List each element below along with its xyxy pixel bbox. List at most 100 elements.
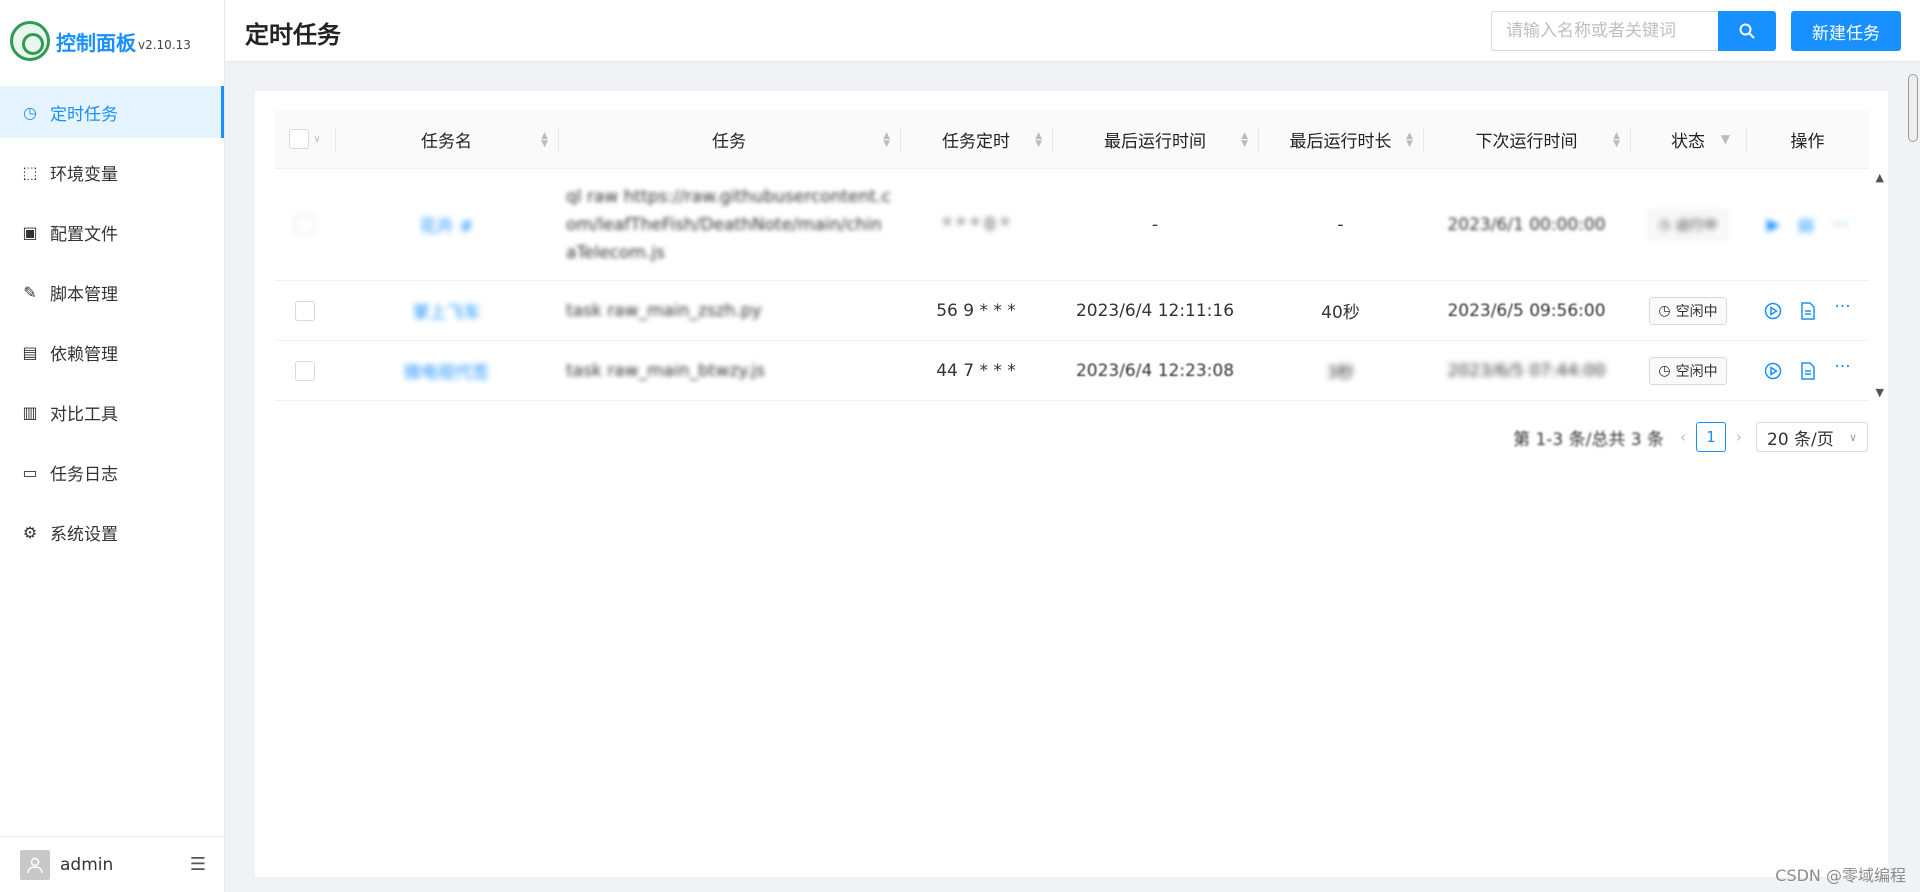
filter-icon[interactable]: ▼: [1721, 132, 1730, 146]
table-row[interactable]: 掌上飞车 task raw_main_zszh.py 56 9 * * * 20…: [275, 281, 1869, 341]
sort-icon[interactable]: ▲ ▼: [1035, 132, 1042, 149]
sidebar: 控制面板 v2.10.13 ◷ 定时任务 ⬚ 环境变量 ▣ 配置文件 ✎ 脚本管…: [0, 0, 225, 892]
pagination-summary: 第 1-3 条/总共 3 条: [1513, 429, 1664, 450]
search-button[interactable]: [1718, 11, 1776, 51]
task-duration: -: [1337, 214, 1344, 235]
page-size-select[interactable]: 20 条/页 ∨: [1756, 422, 1868, 452]
sidebar-item-logs[interactable]: ▭ 任务日志: [0, 446, 224, 498]
column-header-status[interactable]: 状态 ▼: [1630, 110, 1746, 168]
sidebar-item-settings[interactable]: ⚙ 系统设置: [0, 506, 224, 558]
task-next-run: 2023/6/5 09:56:00: [1447, 300, 1606, 321]
sidebar-item-label: 环境变量: [50, 164, 118, 185]
task-command: task raw_main_zszh.py: [566, 300, 762, 321]
search-input[interactable]: [1491, 11, 1719, 51]
gear-icon: ⚙: [22, 522, 38, 542]
row-checkbox[interactable]: [295, 300, 315, 321]
prev-page-icon[interactable]: ‹: [1680, 428, 1686, 446]
more-icon[interactable]: ···: [1832, 215, 1848, 235]
page-scrollbar[interactable]: [1908, 74, 1918, 142]
column-header-actions: 操作: [1746, 110, 1869, 168]
chevron-down-icon[interactable]: ∨: [313, 134, 320, 145]
next-page-icon[interactable]: ›: [1736, 428, 1742, 446]
task-last-run: 2023/6/4 12:23:08: [1075, 360, 1235, 381]
page-number-button[interactable]: 1: [1696, 422, 1726, 452]
column-header-command[interactable]: 任务 ▲ ▼: [558, 110, 900, 168]
avatar[interactable]: [20, 849, 50, 880]
log-icon[interactable]: ▤: [1798, 215, 1814, 235]
sort-icon[interactable]: ▲ ▼: [883, 132, 890, 149]
row-checkbox[interactable]: [295, 360, 315, 381]
column-header-last-run[interactable]: 最后运行时间 ▲ ▼: [1052, 110, 1258, 168]
variable-icon: ⬚: [22, 162, 38, 182]
table-scroll-up-icon[interactable]: ▲: [1876, 171, 1884, 184]
task-command: ql raw https://raw.githubusercontent.com…: [566, 186, 891, 263]
clock-icon: ◷: [1658, 302, 1671, 319]
sidebar-item-deps[interactable]: ▤ 依赖管理: [0, 326, 224, 378]
sort-icon[interactable]: ▲ ▼: [1241, 132, 1248, 149]
sidebar-item-config[interactable]: ▣ 配置文件: [0, 206, 224, 258]
select-all-checkbox[interactable]: [289, 129, 310, 149]
column-header-name[interactable]: 任务名 ▲ ▼: [335, 110, 558, 168]
clock-icon: ◷: [23, 102, 37, 122]
app-logo[interactable]: 控制面板 v2.10.13: [0, 0, 224, 82]
select-all-cell: ∨: [275, 110, 335, 168]
sort-icon[interactable]: ▲ ▼: [1406, 132, 1413, 149]
column-header-next-run[interactable]: 下次运行时间 ▲ ▼: [1423, 110, 1630, 168]
status-badge: ◷ 运行中: [1649, 210, 1727, 239]
collapse-menu-icon[interactable]: ☰: [190, 854, 206, 875]
sidebar-item-label: 配置文件: [50, 224, 118, 245]
run-icon[interactable]: [1764, 302, 1782, 320]
user-panel: admin ☰: [0, 836, 224, 892]
table-header: ∨ 任务名 ▲ ▼ 任务 ▲ ▼ 任务定时 ▲ ▼ 最后运行时间 ▲ ▼ 最后运行时长 …: [275, 110, 1869, 169]
sidebar-item-diff[interactable]: ▥ 对比工具: [0, 386, 224, 438]
chevron-down-icon: ∨: [1848, 430, 1857, 444]
table-row[interactable]: 微电视代签 task raw_main_btwzy.js 44 7 * * * …: [275, 341, 1869, 401]
new-task-button[interactable]: 新建任务: [1791, 11, 1901, 51]
more-icon[interactable]: ···: [1834, 298, 1850, 320]
task-table: ∨ 任务名 ▲ ▼ 任务 ▲ ▼ 任务定时 ▲ ▼ 最后运行时间 ▲ ▼ 最后运行时长 …: [275, 110, 1869, 401]
task-name-link[interactable]: 花卉 #: [420, 212, 474, 237]
task-duration: 3秒: [1326, 363, 1355, 383]
task-schedule: * * * 0 *: [942, 214, 1010, 235]
clock-icon: ◷: [1658, 216, 1671, 233]
folder-icon: ▭: [22, 462, 38, 482]
search-icon: [1739, 23, 1755, 39]
column-header-schedule[interactable]: 任务定时 ▲ ▼: [900, 110, 1052, 168]
sidebar-item-label: 定时任务: [50, 104, 118, 125]
task-last-run: 2023/6/4 12:11:16: [1075, 300, 1235, 321]
user-icon: [27, 857, 43, 873]
task-name-link[interactable]: 微电视代签: [404, 358, 489, 383]
more-icon[interactable]: ···: [1834, 358, 1850, 380]
sidebar-item-label: 系统设置: [50, 524, 118, 545]
row-checkbox[interactable]: [295, 214, 315, 235]
table-scroll-down-icon[interactable]: ▼: [1876, 386, 1884, 399]
sidebar-item-label: 对比工具: [50, 404, 118, 425]
task-duration: 40秒: [1321, 303, 1360, 323]
username[interactable]: admin: [60, 855, 113, 875]
column-header-duration[interactable]: 最后运行时长 ▲ ▼: [1258, 110, 1423, 168]
task-name-link[interactable]: 掌上飞车: [413, 298, 481, 323]
sidebar-item-cron[interactable]: ◷ 定时任务: [0, 86, 224, 138]
sidebar-item-env[interactable]: ⬚ 环境变量: [0, 146, 224, 198]
app-version: v2.10.13: [138, 38, 191, 52]
sort-icon[interactable]: ▲ ▼: [541, 132, 548, 149]
log-icon[interactable]: [1800, 361, 1816, 380]
sidebar-item-label: 脚本管理: [50, 284, 118, 305]
diff-icon: ▥: [22, 402, 38, 422]
pagination: 第 1-3 条/总共 3 条 ‹ 1 › 20 条/页 ∨: [1513, 422, 1868, 452]
package-icon: ▤: [22, 342, 38, 362]
task-schedule: 56 9 * * *: [936, 300, 1016, 321]
task-next-run: 2023/6/5 07:44:00: [1447, 360, 1606, 381]
run-icon[interactable]: ▶: [1767, 215, 1780, 235]
status-badge: ◷ 空闲中: [1649, 296, 1727, 325]
log-icon[interactable]: [1800, 301, 1816, 320]
edit-icon: ✎: [23, 282, 37, 302]
table-row[interactable]: 花卉 # ql raw https://raw.githubuserconten…: [275, 169, 1869, 281]
sidebar-nav: ◷ 定时任务 ⬚ 环境变量 ▣ 配置文件 ✎ 脚本管理 ▤ 依赖管理 ▥ 对比工…: [0, 86, 224, 558]
sidebar-item-label: 任务日志: [50, 464, 118, 485]
sort-icon[interactable]: ▲ ▼: [1613, 132, 1620, 149]
sidebar-item-label: 依赖管理: [50, 344, 118, 365]
page-title: 定时任务: [245, 21, 341, 49]
run-icon[interactable]: [1764, 362, 1782, 380]
sidebar-item-scripts[interactable]: ✎ 脚本管理: [0, 266, 224, 318]
